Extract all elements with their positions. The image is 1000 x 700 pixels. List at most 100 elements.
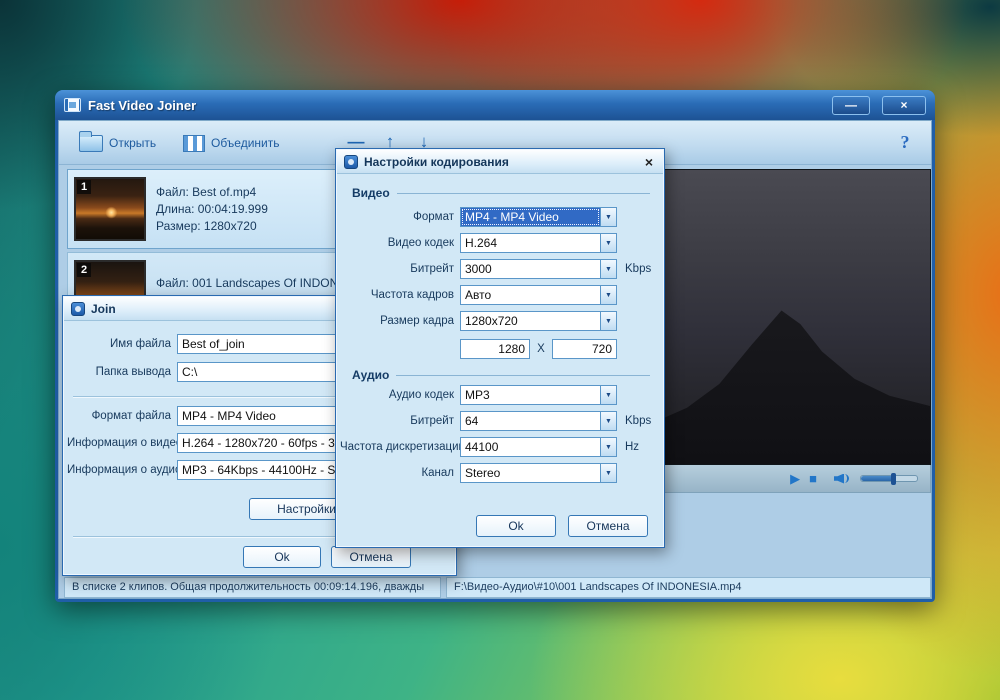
volume-thumb[interactable] <box>891 473 896 485</box>
audio-codec-value: MP3 <box>461 386 600 404</box>
join-ok-button[interactable]: Ok <box>243 546 321 568</box>
sample-rate-label: Частота дискретизации <box>340 441 460 453</box>
format-value: MP4 - MP4 Video <box>461 208 600 226</box>
video-codec-value: H.264 <box>461 234 600 252</box>
channel-label: Канал <box>340 467 460 479</box>
group-divider <box>396 375 650 376</box>
status-bar-right: F:\Видео-Аудио\#10\001 Landscapes Of IND… <box>446 577 931 598</box>
frame-size-dropdown[interactable]: 1280x720 <box>460 311 617 331</box>
player-controls: ▶ ■ <box>659 465 931 493</box>
format-row: Формат MP4 - MP4 Video <box>340 207 617 227</box>
status-bar-left: В списке 2 клипов. Общая продолжительнос… <box>64 577 441 598</box>
audio-codec-label: Аудио кодек <box>340 389 460 401</box>
framerate-label: Частота кадров <box>340 289 460 301</box>
chevron-down-icon[interactable] <box>600 286 616 304</box>
file-format-label: Формат файла <box>67 410 177 422</box>
file-length: Длина: 00:04:19.999 <box>156 201 268 218</box>
settings-dialog-title: Настройки кодирования <box>364 155 636 169</box>
join-button-label: Объединить <box>211 136 280 150</box>
framerate-dropdown[interactable]: Авто <box>460 285 617 305</box>
audio-bitrate-value: 64 <box>461 412 600 430</box>
video-codec-dropdown[interactable]: H.264 <box>460 233 617 253</box>
video-preview <box>659 169 931 465</box>
help-button[interactable]: ? <box>893 129 917 155</box>
join-cancel-button[interactable]: Отмена <box>331 546 411 568</box>
video-info-label: Информация о видео <box>67 437 177 449</box>
file-size: Размер: 1280x720 <box>156 218 268 235</box>
audio-bitrate-row: Битрейт 64 Kbps <box>340 411 651 431</box>
mountain-silhouette <box>660 293 930 464</box>
desktop-background: Fast Video Joiner — × Открыть Объединить… <box>0 0 1000 700</box>
clip-number-badge: 1 <box>77 180 91 194</box>
chevron-down-icon[interactable] <box>600 438 616 456</box>
video-bitrate-dropdown[interactable]: 3000 <box>460 259 617 279</box>
chevron-down-icon[interactable] <box>600 312 616 330</box>
chevron-down-icon[interactable] <box>600 260 616 278</box>
frame-size-label: Размер кадра <box>340 315 460 327</box>
video-group-header: Видео <box>352 185 650 200</box>
audio-bitrate-unit: Kbps <box>625 415 651 427</box>
sample-rate-row: Частота дискретизации 44100 Hz <box>340 437 639 457</box>
audio-bitrate-label: Битрейт <box>340 415 460 427</box>
video-bitrate-label: Битрейт <box>340 263 460 275</box>
format-label: Формат <box>340 211 460 223</box>
sample-rate-dropdown[interactable]: 44100 <box>460 437 617 457</box>
channel-row: Канал Stereo <box>340 463 617 483</box>
frame-height-input[interactable] <box>552 339 617 359</box>
channel-dropdown[interactable]: Stereo <box>460 463 617 483</box>
chevron-down-icon[interactable] <box>600 412 616 430</box>
chevron-down-icon[interactable] <box>600 386 616 404</box>
format-dropdown[interactable]: MP4 - MP4 Video <box>460 207 617 227</box>
framerate-value: Авто <box>461 286 600 304</box>
audio-group-label: Аудио <box>352 368 389 382</box>
settings-dialog-icon <box>344 155 358 169</box>
video-bitrate-row: Битрейт 3000 Kbps <box>340 259 651 279</box>
channel-value: Stereo <box>461 464 600 482</box>
minimize-button[interactable]: — <box>832 96 870 115</box>
join-button[interactable]: Объединить <box>175 127 288 159</box>
folder-icon <box>79 135 103 152</box>
volume-icon[interactable] <box>834 472 851 486</box>
settings-ok-button[interactable]: Ok <box>476 515 556 537</box>
clip-number-badge: 2 <box>77 263 91 277</box>
chevron-down-icon[interactable] <box>600 234 616 252</box>
settings-dialog-titlebar[interactable]: Настройки кодирования × <box>337 150 663 174</box>
group-divider <box>397 193 650 194</box>
file-name: Файл: Best of.mp4 <box>156 184 268 201</box>
close-button[interactable]: × <box>882 96 926 115</box>
video-bitrate-unit: Kbps <box>625 263 651 275</box>
audio-codec-dropdown[interactable]: MP3 <box>460 385 617 405</box>
video-group-label: Видео <box>352 186 390 200</box>
volume-fill <box>861 476 893 481</box>
video-codec-row: Видео кодек H.264 <box>340 233 617 253</box>
frame-width-input[interactable] <box>460 339 530 359</box>
window-title: Fast Video Joiner <box>88 98 820 113</box>
video-thumbnail-1: 1 <box>74 177 146 241</box>
stop-button[interactable]: ■ <box>809 472 817 485</box>
volume-slider[interactable] <box>860 475 918 482</box>
main-window-titlebar[interactable]: Fast Video Joiner — × <box>55 90 935 120</box>
file-meta: Файл: Best of.mp4 Длина: 00:04:19.999 Ра… <box>156 184 268 235</box>
sample-rate-value: 44100 <box>461 438 600 456</box>
audio-info-label: Информация о аудио <box>67 464 177 476</box>
play-button[interactable]: ▶ <box>790 472 800 485</box>
audio-group-header: Аудио <box>352 367 650 382</box>
open-button-label: Открыть <box>109 136 156 150</box>
frame-size-row: Размер кадра 1280x720 <box>340 311 617 331</box>
close-icon[interactable]: × <box>642 154 656 170</box>
audio-bitrate-dropdown[interactable]: 64 <box>460 411 617 431</box>
frame-size-value: 1280x720 <box>461 312 600 330</box>
open-button[interactable]: Открыть <box>71 127 164 159</box>
audio-codec-row: Аудио кодек MP3 <box>340 385 617 405</box>
output-dir-label: Папка вывода <box>67 366 177 378</box>
dimension-separator: X <box>530 343 552 355</box>
frame-dimensions-row: X <box>340 339 617 359</box>
chevron-down-icon[interactable] <box>600 208 616 226</box>
video-bitrate-value: 3000 <box>461 260 600 278</box>
app-icon <box>64 98 81 112</box>
framerate-row: Частота кадров Авто <box>340 285 617 305</box>
settings-cancel-button[interactable]: Отмена <box>568 515 648 537</box>
encoding-settings-dialog: Настройки кодирования × Видео Формат MP4… <box>335 148 665 548</box>
join-dialog-icon <box>71 302 85 316</box>
chevron-down-icon[interactable] <box>600 464 616 482</box>
